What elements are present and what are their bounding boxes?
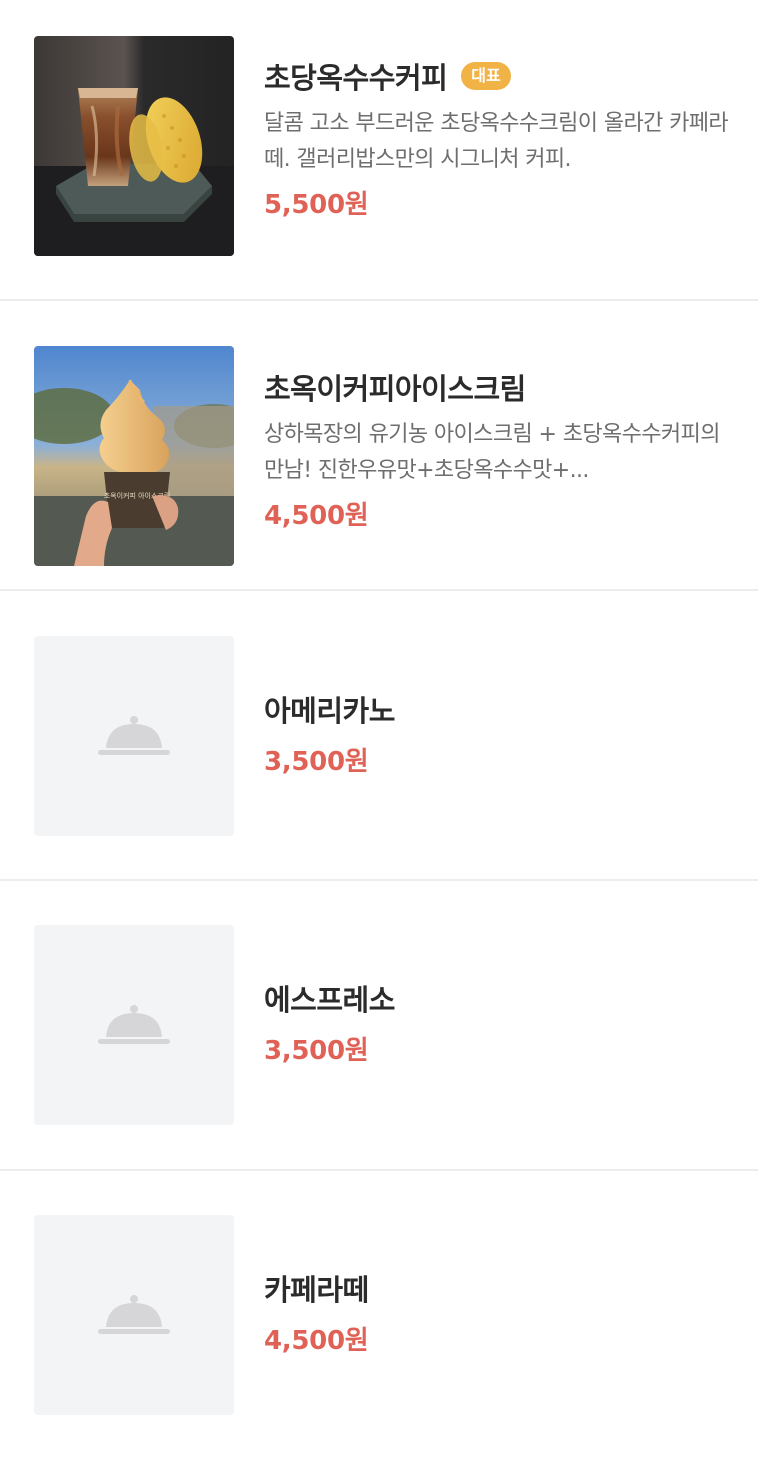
menu-item-americano[interactable]: 아메리카노 3,500원: [0, 591, 758, 881]
cloche-icon: [98, 1295, 170, 1334]
menu-item-name: 초당옥수수커피: [264, 61, 448, 95]
menu-item-name: 카페라떼: [264, 1273, 369, 1307]
menu-item-ice-cream[interactable]: 초옥이커피 아이스크림 초옥이커피아이스크림 상하목장의 유기농 아이스크림 +…: [0, 301, 758, 591]
cloche-icon: [98, 1005, 170, 1044]
image-placeholder: [34, 925, 234, 1125]
menu-item-price: 5,500원: [264, 190, 369, 220]
menu-item-price: 4,500원: [264, 501, 369, 531]
menu-item-price: 4,500원: [264, 1326, 369, 1356]
cloche-icon: [98, 716, 170, 755]
image-placeholder: [34, 636, 234, 836]
menu-item-name: 아메리카노: [264, 694, 395, 728]
image-placeholder: [34, 1215, 234, 1415]
ice-cream-photo: 초옥이커피 아이스크림: [34, 346, 234, 566]
menu-item-name: 초옥이커피아이스크림: [264, 372, 526, 406]
menu-item-price: 3,500원: [264, 1036, 369, 1066]
menu-item-cafe-latte[interactable]: 카페라떼 4,500원: [0, 1171, 758, 1456]
corn-coffee-photo: [34, 36, 234, 256]
menu-item-name: 에스프레소: [264, 983, 395, 1017]
menu-item-description: 달콤 고소 부드러운 초당옥수수크림이 올라간 카페라떼. 갤러리밥스만의 시그…: [264, 111, 729, 172]
signature-badge: 대표: [461, 62, 511, 90]
menu-item-corn-coffee[interactable]: 초당옥수수커피 대표 달콤 고소 부드러운 초당옥수수크림이 올라간 카페라떼.…: [0, 0, 758, 301]
menu-item-espresso[interactable]: 에스프레소 3,500원: [0, 881, 758, 1171]
menu-item-price: 3,500원: [264, 747, 369, 777]
menu-list: 초당옥수수커피 대표 달콤 고소 부드러운 초당옥수수크림이 올라간 카페라떼.…: [0, 0, 758, 1456]
menu-item-description: 상하목장의 유기농 아이스크림 + 초당옥수수커피의 만남! 진한우유맛+초당옥…: [264, 422, 720, 483]
